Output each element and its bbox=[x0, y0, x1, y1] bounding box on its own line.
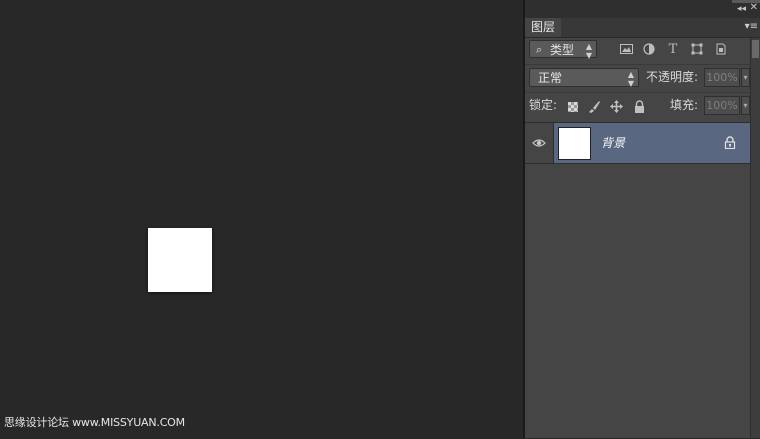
panel-menu-icon[interactable]: ▾≡ bbox=[745, 21, 758, 33]
adjustment-filter-icon[interactable] bbox=[642, 43, 656, 57]
visibility-toggle[interactable] bbox=[525, 123, 554, 163]
panel-title-bar[interactable]: ◂◂ ✕ bbox=[525, 0, 760, 18]
blend-mode-select[interactable]: 正常 ▲ ▼ bbox=[529, 68, 639, 88]
document-canvas[interactable] bbox=[148, 228, 212, 292]
watermark-text: 思缘设计论坛 www.MISSYUAN.COM bbox=[4, 416, 185, 429]
layer-thumbnail[interactable] bbox=[558, 127, 591, 160]
scrollbar-thumb[interactable] bbox=[752, 40, 759, 58]
document-workspace[interactable]: 思缘设计论坛 www.MISSYUAN.COM bbox=[0, 0, 523, 438]
updown-arrows-icon: ▲ ▼ bbox=[627, 70, 634, 88]
lock-position-icon[interactable] bbox=[610, 100, 623, 113]
filter-kind-label: 类型 bbox=[550, 43, 575, 57]
smart-object-filter-icon[interactable] bbox=[714, 43, 728, 57]
layers-list: 背景 bbox=[525, 122, 750, 439]
blend-mode-value: 正常 bbox=[538, 71, 563, 85]
filter-row: ⌕ 类型 ▲ ▼ T bbox=[525, 38, 750, 62]
type-filter-icon[interactable]: T bbox=[666, 43, 680, 57]
updown-arrows-icon: ▲ ▼ bbox=[585, 42, 592, 60]
lock-all-icon[interactable] bbox=[633, 100, 646, 113]
lock-image-pixels-icon[interactable] bbox=[588, 100, 601, 113]
panel-scrollbar[interactable] bbox=[750, 38, 760, 438]
collapse-icon[interactable]: ◂◂ bbox=[737, 3, 746, 15]
lock-row: 锁定: 填充: 100% ▾ bbox=[525, 92, 750, 119]
eye-icon bbox=[532, 139, 546, 147]
lock-icon bbox=[724, 136, 736, 149]
layers-panel: ◂◂ ✕ 图层 ▾≡ ⌕ 类型 ▲ ▼ T 正常 ▲ ▼ 不透明度: 100% … bbox=[525, 0, 760, 438]
opacity-dropdown-button[interactable]: ▾ bbox=[741, 68, 750, 87]
filter-kind-select[interactable]: ⌕ 类型 ▲ ▼ bbox=[529, 40, 597, 60]
opacity-label: 不透明度: bbox=[646, 70, 699, 84]
image-filter-icon[interactable] bbox=[619, 43, 633, 57]
lock-transparent-pixels-icon[interactable] bbox=[568, 102, 578, 112]
search-icon: ⌕ bbox=[536, 43, 543, 56]
layer-row-background[interactable]: 背景 bbox=[525, 123, 750, 164]
lock-label: 锁定: bbox=[529, 98, 558, 112]
fill-input[interactable]: 100% bbox=[704, 96, 740, 115]
shape-filter-icon[interactable] bbox=[690, 43, 704, 57]
opacity-input[interactable]: 100% bbox=[704, 68, 740, 87]
fill-label: 填充: bbox=[670, 98, 699, 112]
tab-layers[interactable]: 图层 bbox=[525, 18, 562, 37]
layer-name[interactable]: 背景 bbox=[601, 123, 625, 163]
close-icon[interactable]: ✕ bbox=[750, 2, 758, 14]
panel-tab-bar: 图层 ▾≡ bbox=[525, 18, 760, 38]
fill-dropdown-button[interactable]: ▾ bbox=[741, 96, 750, 115]
blend-row: 正常 ▲ ▼ 不透明度: 100% ▾ bbox=[525, 64, 750, 89]
